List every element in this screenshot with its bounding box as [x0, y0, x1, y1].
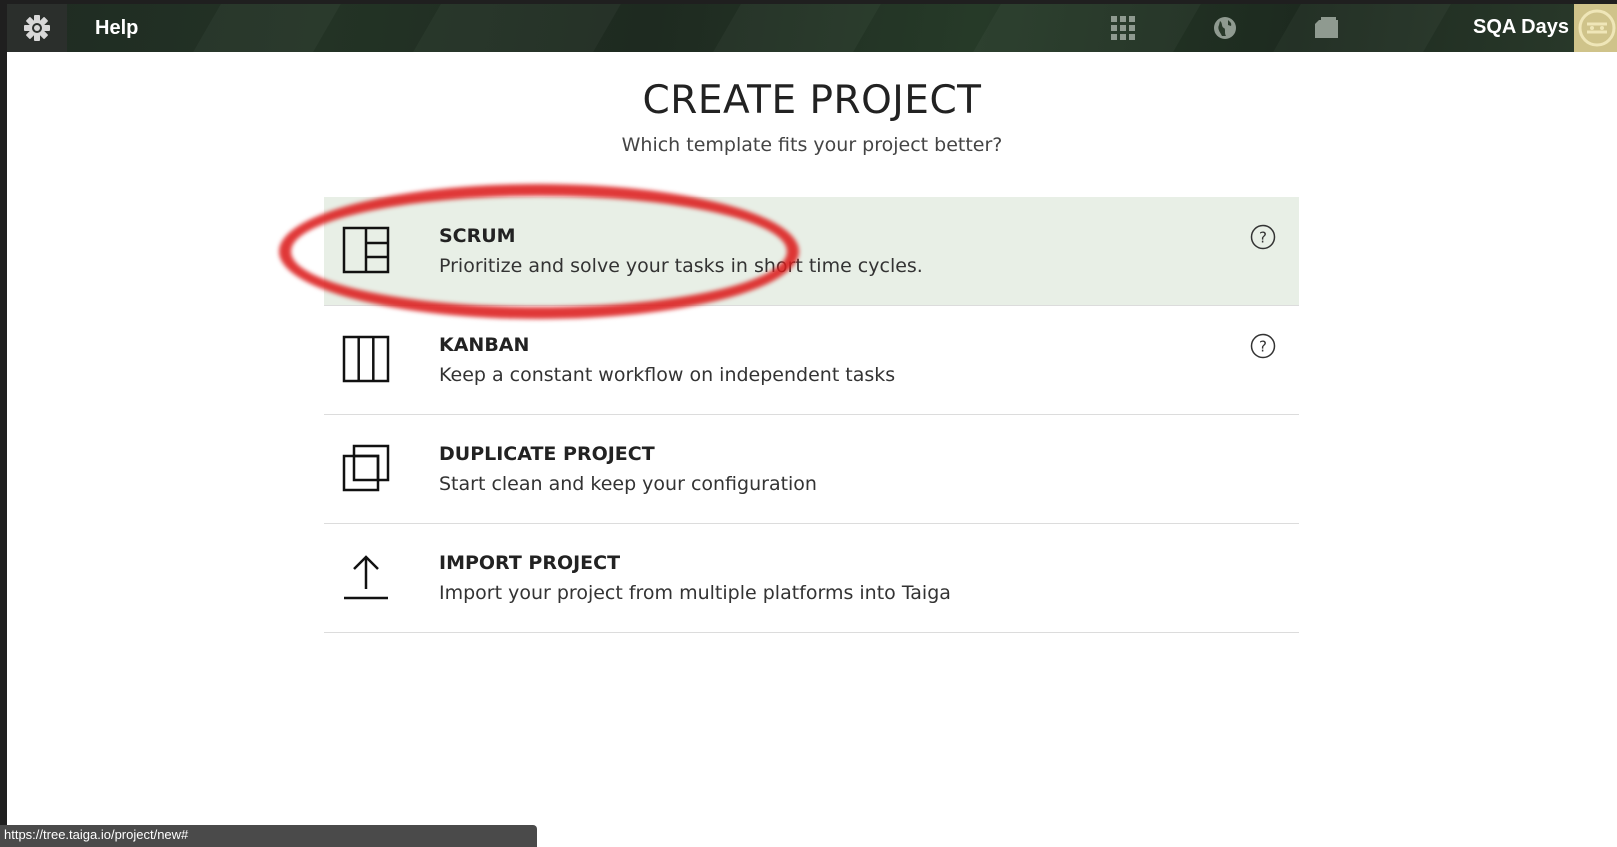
template-list: SCRUM Prioritize and solve your tasks in… [324, 197, 1299, 633]
template-duplicate-project[interactable]: DUPLICATE PROJECT Start clean and keep y… [324, 415, 1299, 524]
template-title: IMPORT PROJECT [439, 552, 621, 574]
top-navigation-bar: Help SQA Days [7, 4, 1617, 52]
avatar-icon [1578, 9, 1616, 47]
scrum-board-icon [342, 226, 390, 274]
duplicate-icon [342, 444, 390, 492]
template-description: Keep a constant workflow on independent … [439, 364, 896, 386]
help-circle-icon[interactable]: ? [1250, 333, 1276, 359]
taiga-logo-icon [24, 15, 50, 41]
template-title: DUPLICATE PROJECT [439, 443, 655, 465]
template-scrum[interactable]: SCRUM Prioritize and solve your tasks in… [324, 197, 1299, 306]
user-name[interactable]: SQA Days [1473, 16, 1569, 39]
user-avatar[interactable] [1574, 4, 1617, 52]
kanban-columns-icon [342, 335, 390, 383]
template-title: KANBAN [439, 334, 530, 356]
template-description: Start clean and keep your configuration [439, 473, 817, 495]
svg-text:?: ? [1259, 229, 1267, 247]
folder-icon[interactable] [1313, 15, 1341, 41]
template-title: SCRUM [439, 225, 516, 247]
help-link[interactable]: Help [95, 17, 138, 40]
template-kanban[interactable]: KANBAN Keep a constant workflow on indep… [324, 306, 1299, 415]
svg-text:?: ? [1259, 338, 1267, 356]
page-subtitle: Which template fits your project better? [621, 134, 1003, 156]
browser-window: Help SQA Days CREATE PROJECT Which templ… [7, 4, 1617, 847]
page-title: CREATE PROJECT [642, 78, 982, 123]
taiga-logo[interactable] [7, 4, 67, 52]
template-description: Prioritize and solve your tasks in short… [439, 255, 923, 277]
template-description: Import your project from multiple platfo… [439, 582, 951, 604]
status-bar-url: https://tree.taiga.io/project/new# [0, 825, 537, 847]
globe-icon[interactable] [1211, 15, 1239, 41]
help-circle-icon[interactable]: ? [1250, 224, 1276, 250]
upload-arrow-icon [344, 555, 388, 600]
template-import-project[interactable]: IMPORT PROJECT Import your project from … [324, 524, 1299, 633]
grid-icon[interactable] [1109, 15, 1137, 41]
